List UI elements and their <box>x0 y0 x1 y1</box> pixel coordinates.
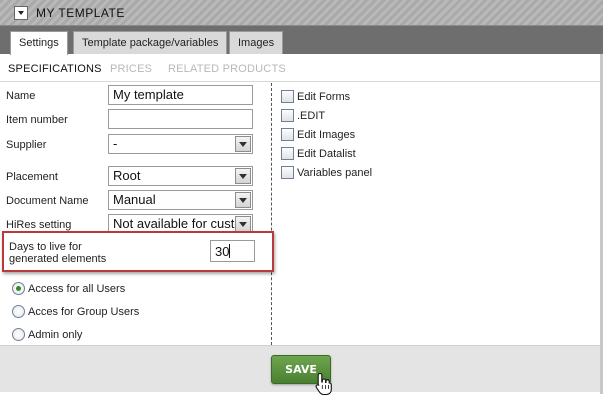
days-to-live-label: Days to live for generated elements <box>9 241 106 265</box>
subtab-bar: SPECIFICATIONS PRICES RELATED PRODUCTS <box>0 54 603 82</box>
radio-admin-only[interactable]: Admin only <box>12 328 82 341</box>
radio-access-all-users[interactable]: Access for all Users <box>12 282 125 295</box>
window-title: MY TEMPLATE <box>36 6 125 20</box>
placement-value: Root <box>113 169 141 183</box>
tab-bar: Settings Template package/variables Imag… <box>0 26 603 55</box>
checkbox-icon[interactable] <box>281 128 294 141</box>
days-to-live-label-line2: generated elements <box>9 253 107 265</box>
checkbox-label: Variables panel <box>297 167 373 179</box>
checkbox-icon[interactable] <box>281 147 294 160</box>
days-to-live-value: 30 <box>215 244 230 259</box>
checkbox-edit-images[interactable]: Edit Images <box>281 128 355 141</box>
column-divider <box>271 83 272 345</box>
radio-label: Access for all Users <box>28 283 126 295</box>
placement-label: Placement <box>6 171 58 183</box>
checkbox-icon[interactable] <box>281 109 294 122</box>
tab-settings[interactable]: Settings <box>10 31 68 55</box>
document-name-label: Document Name <box>6 195 89 207</box>
days-to-live-label-line1: Days to live for <box>9 241 82 253</box>
checkbox-edit-datalist[interactable]: Edit Datalist <box>281 147 356 160</box>
document-name-select[interactable]: Manual <box>108 190 253 210</box>
chevron-down-icon[interactable] <box>235 192 251 208</box>
item-number-input[interactable] <box>108 109 253 129</box>
radio-unchecked-icon[interactable] <box>12 328 25 341</box>
hires-label: HiRes setting <box>6 219 72 231</box>
name-input[interactable]: My template <box>108 85 253 105</box>
supplier-select[interactable]: - <box>108 134 253 154</box>
hand-pointer-icon <box>315 372 332 396</box>
subtab-specifications[interactable]: SPECIFICATIONS <box>8 63 102 75</box>
supplier-value: - <box>113 137 118 151</box>
document-name-value: Manual <box>113 193 156 207</box>
checkbox-variables-panel[interactable]: Variables panel <box>281 166 372 179</box>
radio-access-group-users[interactable]: Acces for Group Users <box>12 305 139 318</box>
radio-label: Admin only <box>28 329 83 341</box>
days-to-live-input[interactable]: 30 <box>210 240 255 262</box>
placement-select[interactable]: Root <box>108 166 253 186</box>
checkbox-label: Edit Images <box>297 129 356 141</box>
hires-value: Not available for customers <box>113 217 237 231</box>
tab-images[interactable]: Images <box>229 31 284 54</box>
name-label: Name <box>6 90 36 102</box>
text-caret <box>229 244 231 258</box>
chevron-down-icon[interactable] <box>235 216 251 232</box>
supplier-label: Supplier <box>6 139 47 151</box>
checkbox-edit-forms[interactable]: Edit Forms <box>281 90 350 103</box>
radio-checked-icon[interactable] <box>12 282 25 295</box>
checkbox-edit[interactable]: .EDIT <box>281 109 325 122</box>
radio-label: Acces for Group Users <box>28 306 140 318</box>
tab-template-package[interactable]: Template package/variables <box>73 31 228 54</box>
checkbox-label: .EDIT <box>297 110 326 122</box>
checkbox-icon[interactable] <box>281 166 294 179</box>
checkbox-label: Edit Datalist <box>297 148 356 160</box>
days-to-live-highlight: Days to live for generated elements 30 <box>2 231 274 272</box>
chevron-down-icon[interactable] <box>235 168 251 184</box>
radio-unchecked-icon[interactable] <box>12 305 25 318</box>
item-number-label: Item number <box>6 114 68 126</box>
window-titlebar: MY TEMPLATE <box>0 0 603 26</box>
chevron-down-icon[interactable] <box>235 136 251 152</box>
checkbox-label: Edit Forms <box>297 91 351 103</box>
subtab-related-products[interactable]: RELATED PRODUCTS <box>168 63 286 75</box>
chevron-down-icon[interactable] <box>14 6 28 20</box>
checkbox-icon[interactable] <box>281 90 294 103</box>
subtab-prices[interactable]: PRICES <box>110 63 152 75</box>
